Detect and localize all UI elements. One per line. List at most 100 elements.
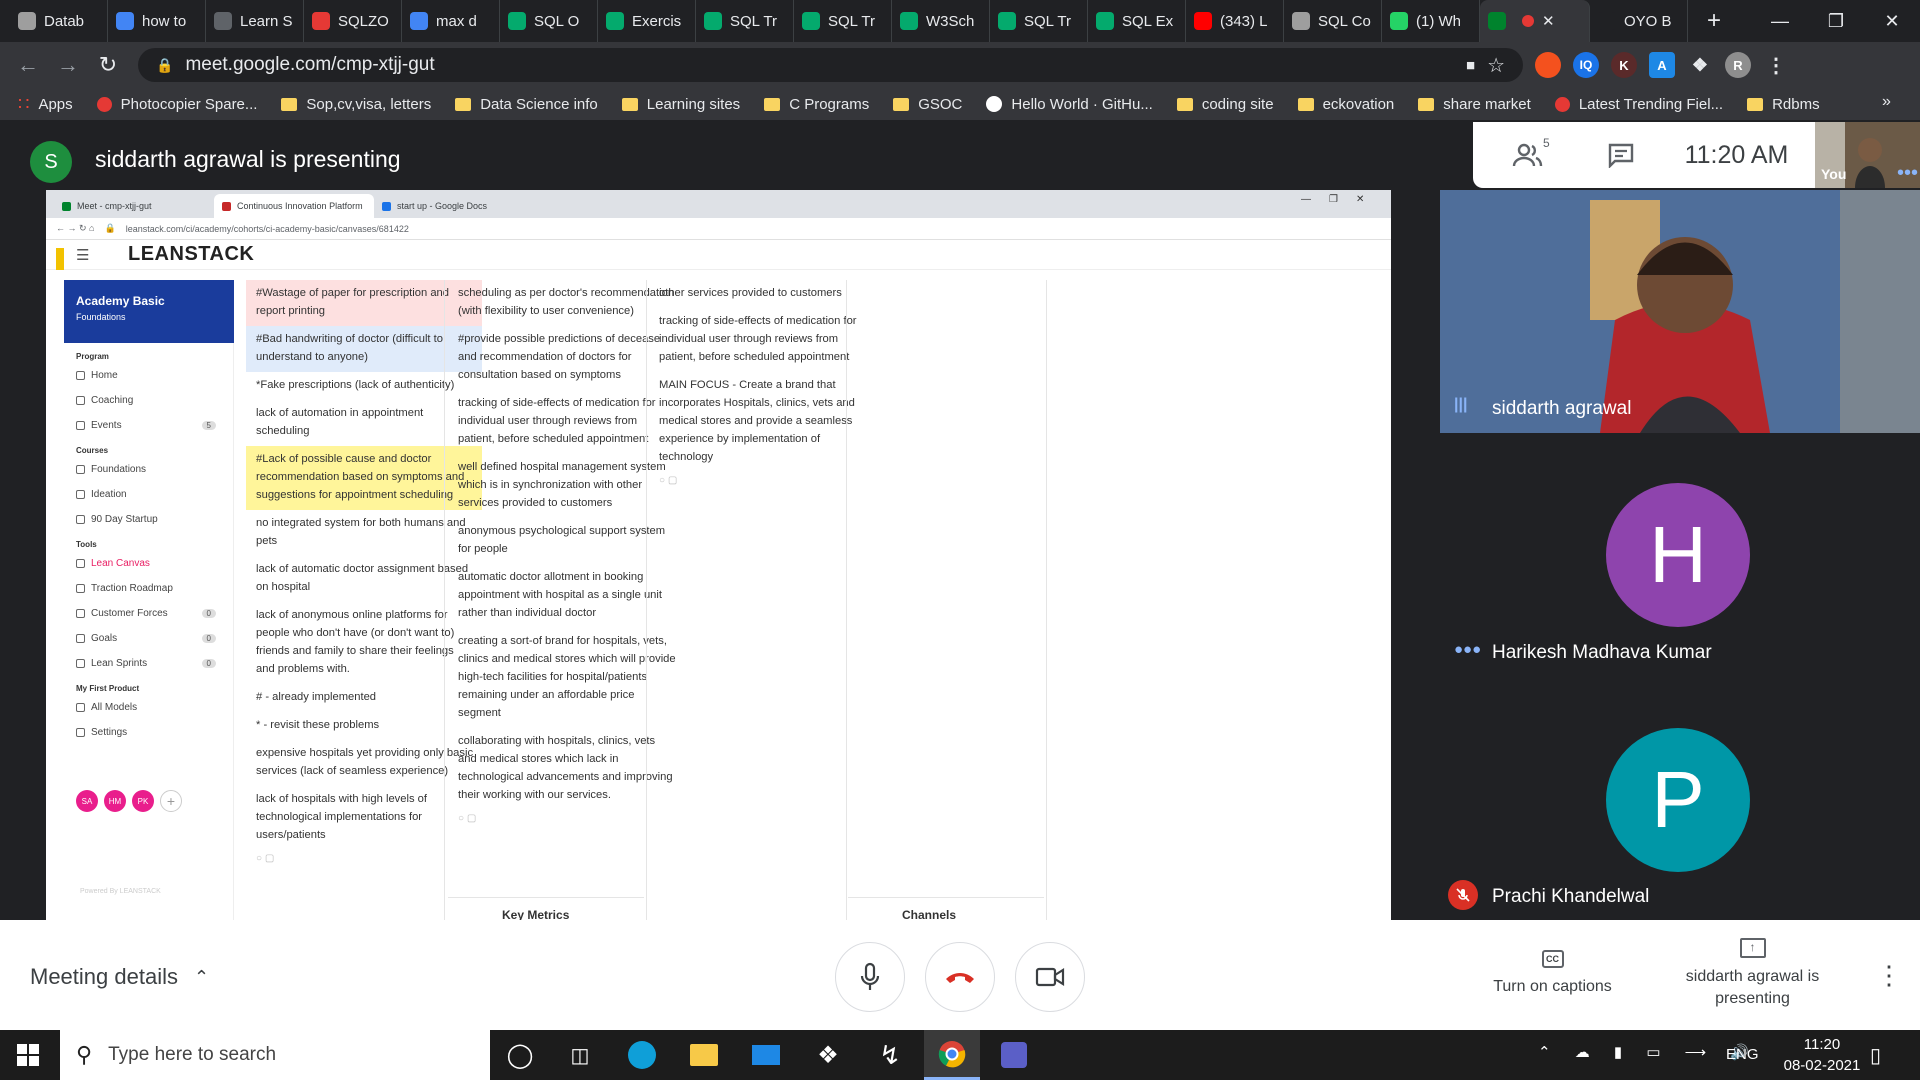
taskbar-search-box[interactable]: ⚲ Type here to search — [60, 1030, 490, 1080]
browser-tab[interactable]: Exercis — [598, 0, 696, 42]
nav-item[interactable]: Traction Roadmap — [64, 576, 234, 601]
winamp-icon[interactable]: ↯ — [862, 1030, 918, 1080]
comment-count-icon[interactable]: ○ ▢ — [649, 472, 885, 490]
bookmark-item[interactable]: Latest Trending Fiel... — [1554, 96, 1723, 113]
extension-icon-1[interactable] — [1535, 52, 1561, 78]
windows-start-icon[interactable] — [0, 1030, 56, 1080]
add-member-icon[interactable]: + — [160, 790, 182, 812]
participant-tile-video[interactable] — [1440, 190, 1920, 433]
bookmark-item[interactable]: eckovation — [1297, 96, 1394, 113]
bookmark-item[interactable]: Learning sites — [621, 96, 740, 113]
bookmark-item[interactable]: Hello World · GitHu... — [986, 96, 1153, 113]
camera-in-use-icon[interactable]: ■ — [1466, 57, 1475, 74]
hamburger-icon[interactable]: ☰ — [76, 246, 89, 264]
restore-button[interactable]: ❐ — [1808, 0, 1864, 42]
canvas-sticky-note[interactable]: lack of hospitals with high levels of te… — [246, 786, 482, 850]
canvas-sticky-note[interactable]: #Bad handwriting of doctor (difficult to… — [246, 326, 482, 372]
nav-item[interactable]: Lean Sprints 0 — [64, 651, 234, 676]
browser-tab[interactable]: SQL Tr — [696, 0, 794, 42]
browser-menu-icon[interactable]: ⋮ — [1763, 52, 1789, 78]
bookmark-item[interactable]: C Programs — [764, 96, 869, 113]
leave-call-button[interactable] — [925, 942, 995, 1012]
minimize-button[interactable]: — — [1752, 0, 1808, 42]
canvas-sticky-note[interactable]: # - already implemented — [246, 684, 482, 712]
people-button[interactable]: 5 — [1473, 136, 1583, 168]
close-window-button[interactable]: ✕ — [1864, 0, 1920, 42]
edge-icon[interactable] — [614, 1030, 670, 1080]
task-view-icon[interactable]: ◫ — [552, 1030, 608, 1080]
canvas-sticky-note[interactable]: * - revisit these problems — [246, 712, 482, 740]
course-banner[interactable]: Academy Basic Foundations — [64, 280, 234, 343]
canvas-sticky-note[interactable]: MAIN FOCUS - Create a brand that incorpo… — [649, 372, 885, 472]
bookmark-item[interactable]: GSOC — [893, 96, 962, 113]
file-explorer-icon[interactable] — [676, 1030, 732, 1080]
nav-item[interactable]: 90 Day Startup — [64, 507, 234, 532]
nav-item[interactable]: All Models — [64, 695, 234, 720]
self-view-tile[interactable]: You ••• — [1815, 122, 1920, 188]
extension-iq-icon[interactable]: IQ — [1573, 52, 1599, 78]
browser-tab[interactable]: ✕ — [1480, 0, 1590, 42]
browser-tab[interactable]: SQL O — [500, 0, 598, 42]
more-bookmarks-icon[interactable]: » — [1882, 93, 1891, 111]
bookmark-item[interactable]: coding site — [1176, 96, 1274, 113]
browser-tab[interactable]: SQL Tr — [990, 0, 1088, 42]
browser-tab[interactable]: Learn S — [206, 0, 304, 42]
present-now-button[interactable]: ↑ siddarth agrawal is presenting — [1640, 938, 1865, 1010]
nav-item[interactable]: Settings — [64, 720, 234, 745]
browser-tab[interactable]: SQLZO — [304, 0, 402, 42]
bookmark-star-icon[interactable]: ☆ — [1487, 53, 1505, 78]
nav-item[interactable]: Coaching — [64, 388, 234, 413]
cortana-icon[interactable]: ◯ — [492, 1030, 548, 1080]
taskbar-clock[interactable]: 11:20 08-02-2021 — [1772, 1034, 1872, 1076]
bookmark-item[interactable]: ∷ Apps — [18, 94, 73, 115]
meeting-details-button[interactable]: Meeting details ⌃ — [30, 964, 209, 990]
profile-avatar[interactable]: R — [1725, 52, 1751, 78]
new-tab-button[interactable]: + — [1700, 7, 1728, 35]
nav-item[interactable]: Ideation — [64, 482, 234, 507]
nav-item[interactable]: Customer Forces 0 — [64, 601, 234, 626]
team-avatar[interactable]: HM — [104, 790, 126, 812]
mic-button[interactable] — [835, 942, 905, 1012]
bookmark-item[interactable]: Photocopier Spare... — [96, 96, 257, 113]
browser-tab[interactable]: W3Sch — [892, 0, 990, 42]
canvas-sticky-note[interactable]: expensive hospitals yet providing only b… — [246, 740, 482, 786]
browser-tab[interactable]: how to — [108, 0, 206, 42]
browser-tab[interactable]: SQL Co — [1284, 0, 1382, 42]
canvas-sticky-note[interactable]: no integrated system for both humans and… — [246, 510, 482, 556]
canvas-sticky-note[interactable]: lack of anonymous online platforms for p… — [246, 602, 482, 684]
canvas-sticky-note[interactable]: lack of automatic doctor assignment base… — [246, 556, 482, 602]
browser-tab[interactable]: max d — [402, 0, 500, 42]
teams-icon[interactable] — [986, 1030, 1042, 1080]
nav-item[interactable]: Events 5 — [64, 413, 234, 438]
extension-translate-icon[interactable]: A — [1649, 52, 1675, 78]
browser-tab[interactable]: SQL Tr — [794, 0, 892, 42]
self-more-icon[interactable]: ••• — [1897, 162, 1918, 185]
canvas-sticky-note[interactable]: other services provided to customers — [649, 280, 885, 308]
nav-item[interactable]: Home — [64, 363, 234, 388]
language-indicator[interactable]: ENG — [1726, 1046, 1759, 1063]
browser-tab[interactable]: SQL Ex — [1088, 0, 1186, 42]
bookmark-item[interactable]: Sop,cv,visa, letters — [281, 96, 431, 113]
dropbox-icon[interactable]: ❖ — [800, 1030, 856, 1080]
browser-tab[interactable]: Datab — [10, 0, 108, 42]
canvas-sticky-note[interactable]: lack of automation in appointment schedu… — [246, 400, 482, 446]
nav-item[interactable]: Foundations — [64, 457, 234, 482]
more-options-icon[interactable]: ●●● — [1454, 641, 1481, 658]
browser-tab[interactable]: OYO B — [1590, 0, 1688, 42]
browser-tab[interactable]: (1) Wh — [1382, 0, 1480, 42]
more-options-vertical-icon[interactable]: ⋮ — [1876, 960, 1902, 991]
captions-button[interactable]: CC Turn on captions — [1480, 950, 1625, 996]
team-avatar[interactable]: PK — [132, 790, 154, 812]
close-tab-icon[interactable]: ✕ — [1542, 12, 1555, 30]
nav-item[interactable]: Lean Canvas — [64, 551, 234, 576]
team-avatar[interactable]: SA — [76, 790, 98, 812]
reload-button[interactable]: ↻ — [88, 45, 128, 85]
nav-item[interactable]: Goals 0 — [64, 626, 234, 651]
bookmark-item[interactable]: share market — [1418, 96, 1531, 113]
extension-k-icon[interactable]: K — [1611, 52, 1637, 78]
chrome-taskbar-icon[interactable] — [924, 1030, 980, 1080]
extensions-puzzle-icon[interactable]: ❖ — [1687, 52, 1713, 78]
back-button[interactable]: ← — [8, 45, 48, 85]
canvas-sticky-note[interactable]: #Wastage of paper for prescription and r… — [246, 280, 482, 326]
camera-button[interactable] — [1015, 942, 1085, 1012]
